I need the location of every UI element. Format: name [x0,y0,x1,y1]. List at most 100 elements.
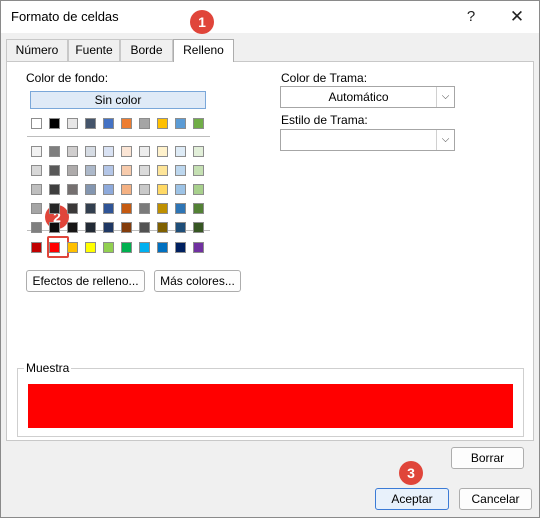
more-colors-button[interactable]: Más colores... [154,270,241,292]
color-swatch[interactable] [157,146,168,157]
color-swatch[interactable] [157,118,168,129]
color-swatch[interactable] [85,146,96,157]
color-swatch[interactable] [139,242,150,253]
pattern-style-label: Estilo de Trama: [281,113,368,127]
help-button[interactable]: ? [453,1,489,33]
color-swatch[interactable] [31,184,42,195]
annotation-badge-1: 1 [190,10,214,34]
color-swatch[interactable] [175,184,186,195]
color-swatch[interactable] [67,118,78,129]
color-swatch[interactable] [103,222,114,233]
no-color-button[interactable]: Sin color [30,91,206,109]
color-swatch[interactable] [49,118,60,129]
tab-numero[interactable]: Número [6,39,68,61]
color-swatch[interactable] [67,203,78,214]
format-cells-dialog: Formato de celdas ? ✕ Número Fuente Bord… [0,0,540,518]
color-swatch[interactable] [139,146,150,157]
chevron-down-icon: ⌵ [436,87,454,107]
tab-borde[interactable]: Borde [120,39,173,61]
color-swatch[interactable] [157,222,168,233]
color-swatch[interactable] [121,184,132,195]
close-button[interactable]: ✕ [499,1,535,33]
color-swatch[interactable] [157,203,168,214]
color-swatch[interactable] [193,146,204,157]
color-swatch[interactable] [85,203,96,214]
color-swatch[interactable] [31,242,42,253]
color-swatch[interactable] [49,165,60,176]
color-swatch[interactable] [121,118,132,129]
color-swatch[interactable] [121,165,132,176]
color-swatch[interactable] [67,146,78,157]
color-swatch[interactable] [67,165,78,176]
color-swatch[interactable] [193,184,204,195]
color-swatch[interactable] [193,222,204,233]
color-swatch[interactable] [121,222,132,233]
color-swatch[interactable] [31,222,42,233]
color-swatch[interactable] [193,242,204,253]
color-swatch[interactable] [49,222,60,233]
pattern-color-label: Color de Trama: [281,71,368,85]
color-swatch[interactable] [31,118,42,129]
title-bar: Formato de celdas ? ✕ [1,1,539,33]
divider [27,136,210,137]
color-swatch[interactable] [103,118,114,129]
color-swatch[interactable] [85,165,96,176]
sample-label: Muestra [24,361,72,375]
fill-effects-button[interactable]: Efectos de relleno... [26,270,145,292]
color-swatch[interactable] [157,242,168,253]
color-swatch[interactable] [157,184,168,195]
color-swatch[interactable] [67,222,78,233]
background-color-label: Color de fondo: [26,71,109,85]
color-swatch[interactable] [121,203,132,214]
cancel-button[interactable]: Cancelar [459,488,532,510]
color-swatch[interactable] [139,222,150,233]
color-swatch[interactable] [175,165,186,176]
color-swatch[interactable] [67,242,78,253]
color-swatch[interactable] [139,165,150,176]
color-swatch[interactable] [103,203,114,214]
color-swatch[interactable] [49,203,60,214]
pattern-color-value: Automático [328,90,389,104]
color-swatch[interactable] [31,203,42,214]
pattern-style-dropdown[interactable]: ⌵ [280,129,455,151]
color-swatch[interactable] [193,118,204,129]
color-swatch[interactable] [175,242,186,253]
ok-button[interactable]: Aceptar [375,488,449,510]
tab-fuente[interactable]: Fuente [68,39,120,61]
color-swatch[interactable] [175,118,186,129]
dialog-title: Formato de celdas [11,9,119,24]
color-swatch[interactable] [49,242,60,253]
pattern-color-dropdown[interactable]: Automático ⌵ [280,86,455,108]
clear-button[interactable]: Borrar [451,447,524,469]
color-swatch[interactable] [103,242,114,253]
color-swatch[interactable] [49,184,60,195]
color-swatch[interactable] [175,146,186,157]
color-swatch[interactable] [121,242,132,253]
color-swatch[interactable] [193,165,204,176]
annotation-badge-3: 3 [399,461,423,485]
color-swatch[interactable] [31,165,42,176]
sample-group: Muestra [17,361,524,437]
color-swatch[interactable] [157,165,168,176]
color-swatch[interactable] [121,146,132,157]
color-swatch[interactable] [31,146,42,157]
color-swatch[interactable] [103,165,114,176]
color-swatch[interactable] [67,184,78,195]
color-swatch[interactable] [175,203,186,214]
sample-preview [28,384,513,428]
color-swatch[interactable] [175,222,186,233]
color-swatch[interactable] [85,118,96,129]
color-swatch[interactable] [103,146,114,157]
color-swatch[interactable] [85,184,96,195]
color-swatch[interactable] [103,184,114,195]
color-swatch[interactable] [139,118,150,129]
color-swatch[interactable] [85,222,96,233]
color-swatch[interactable] [85,242,96,253]
chevron-down-icon: ⌵ [436,130,454,150]
fill-panel: Color de fondo: Sin color Efectos de rel… [6,10,534,441]
tab-relleno[interactable]: Relleno [173,39,234,62]
color-swatch[interactable] [49,146,60,157]
color-swatch[interactable] [139,184,150,195]
color-swatch[interactable] [139,203,150,214]
color-swatch[interactable] [193,203,204,214]
